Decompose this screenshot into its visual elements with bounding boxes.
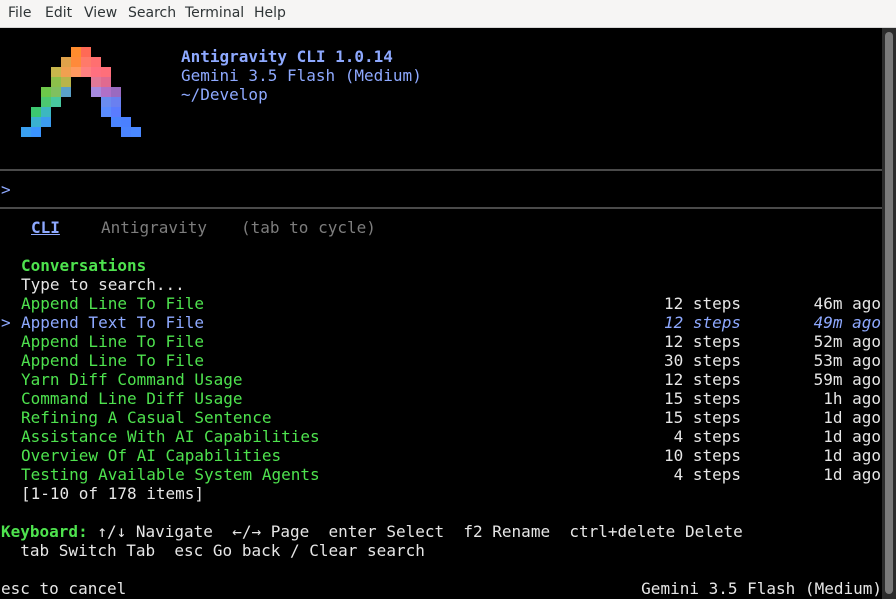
menu-help[interactable]: Help (254, 5, 286, 21)
conversation-title[interactable]: Yarn Diff Command Usage (21, 370, 243, 389)
conversation-title[interactable]: Append Text To File (21, 313, 204, 332)
menu-terminal[interactable]: Terminal (185, 5, 244, 21)
keyboard-help-line-2: tab Switch Tab esc Go back / Clear searc… (1, 541, 425, 560)
scrollbar-thumb[interactable] (885, 32, 893, 594)
conversation-age: 1h ago (823, 389, 881, 408)
tab-antigravity[interactable]: Antigravity (101, 218, 207, 237)
conversation-steps: 4 steps (673, 465, 741, 484)
conversation-title[interactable]: Refining A Casual Sentence (21, 408, 271, 427)
working-directory: ~/Develop (181, 85, 268, 104)
conversation-steps: 12 steps (663, 294, 741, 313)
selected-row-marker: > (1, 313, 11, 332)
keyboard-shortcuts-1: ↑/↓ Navigate ←/→ Page enter Select f2 Re… (87, 522, 743, 541)
menu-bar: File Edit View Search Terminal Help (0, 0, 896, 28)
footer-cancel-hint: esc to cancel (1, 579, 127, 598)
conversation-age: 1d ago (823, 446, 881, 465)
model-name: Gemini 3.5 Flash (Medium) (181, 66, 422, 85)
conversation-age: 53m ago (813, 351, 881, 370)
conversation-title[interactable]: Append Line To File (21, 351, 204, 370)
conversation-steps: 12 steps (663, 313, 741, 332)
menu-edit[interactable]: Edit (45, 5, 72, 21)
conversation-age: 59m ago (813, 370, 881, 389)
prompt-marker: > (1, 180, 11, 199)
menu-file[interactable]: File (8, 5, 31, 21)
conversation-title[interactable]: Append Line To File (21, 294, 204, 313)
conversation-title[interactable]: Command Line Diff Usage (21, 389, 243, 408)
conversation-steps: 15 steps (663, 408, 741, 427)
divider-bottom (0, 207, 882, 209)
conversation-age: 52m ago (813, 332, 881, 351)
keyboard-help-line-1: Keyboard: ↑/↓ Navigate ←/→ Page enter Se… (1, 522, 743, 541)
search-input[interactable]: Type to search... (21, 275, 185, 294)
conversation-age: 1d ago (823, 427, 881, 446)
prompt-input[interactable] (15, 180, 875, 199)
conversation-title[interactable]: Testing Available System Agents (21, 465, 320, 484)
conversation-age: 46m ago (813, 294, 881, 313)
conversation-title[interactable]: Overview Of AI Capabilities (21, 446, 281, 465)
conversation-steps: 15 steps (663, 389, 741, 408)
conversation-steps: 30 steps (663, 351, 741, 370)
conversation-age: 49m ago (813, 313, 881, 332)
footer-model: Gemini 3.5 Flash (Medium) (641, 579, 882, 598)
conversation-age: 1d ago (823, 465, 881, 484)
keyboard-label: Keyboard: (1, 522, 88, 541)
conversation-age: 1d ago (823, 408, 881, 427)
conversation-steps: 10 steps (663, 446, 741, 465)
conversation-steps: 4 steps (673, 427, 741, 446)
menu-view[interactable]: View (84, 5, 117, 21)
conversation-steps: 12 steps (663, 370, 741, 389)
conversation-title[interactable]: Append Line To File (21, 332, 204, 351)
app-title: Antigravity CLI 1.0.14 (181, 47, 393, 66)
conversation-steps: 12 steps (663, 332, 741, 351)
tab-cycle-hint: (tab to cycle) (241, 218, 376, 237)
divider-top (0, 169, 882, 171)
menu-search[interactable]: Search (128, 5, 176, 21)
tab-cli[interactable]: CLI (31, 218, 60, 237)
pagination-status: [1-10 of 178 items] (21, 484, 205, 503)
scrollbar[interactable] (882, 28, 896, 599)
conversations-heading: Conversations (21, 256, 147, 275)
conversation-title[interactable]: Assistance With AI Capabilities (21, 427, 320, 446)
